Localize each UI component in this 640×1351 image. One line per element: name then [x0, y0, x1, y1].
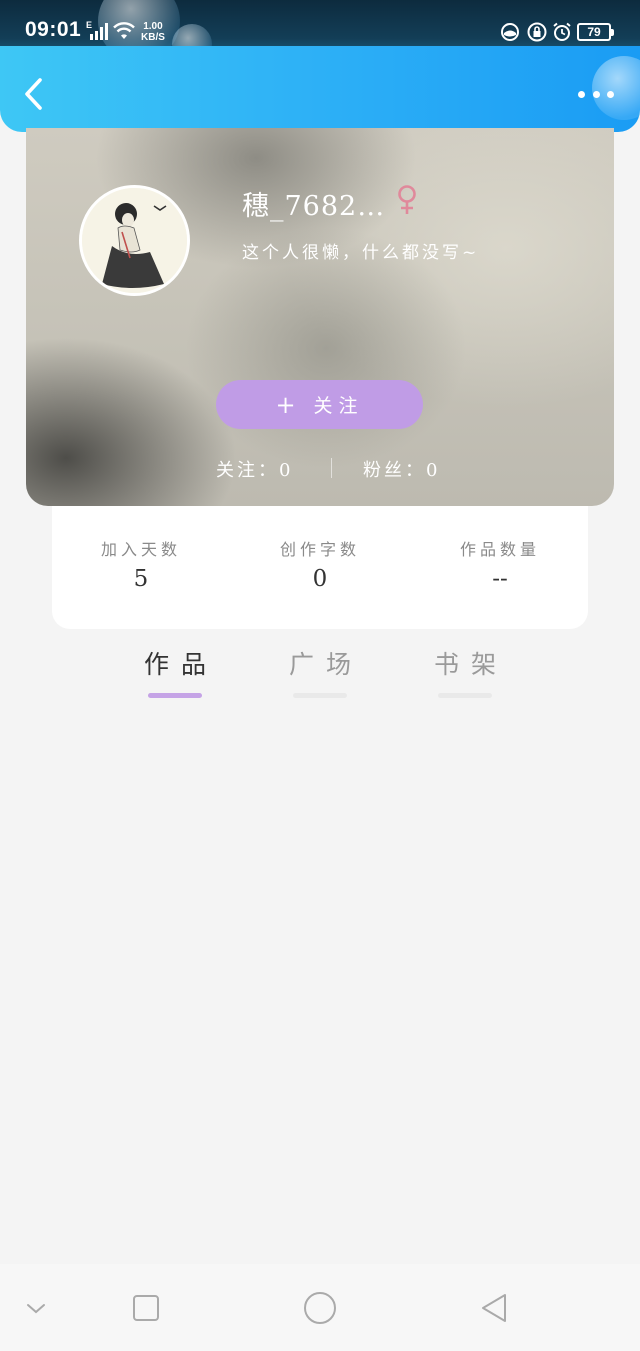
- alarm-icon: [553, 22, 571, 41]
- tab-square[interactable]: 广场: [270, 645, 370, 698]
- avatar-illustration: [82, 188, 187, 293]
- stat-value: 5: [133, 566, 149, 592]
- tab-indicator: [293, 693, 347, 698]
- battery-icon: 79: [577, 23, 614, 41]
- top-app-bar: [0, 46, 640, 132]
- tab-label: 广场: [288, 650, 363, 679]
- tab-indicator: [438, 693, 492, 698]
- wifi-icon: [113, 22, 135, 39]
- network-speed-value: 1.00: [143, 21, 163, 32]
- plus-icon: +: [275, 390, 296, 419]
- back-arrow-icon[interactable]: [18, 76, 50, 112]
- stat-join-days: 加入天数 5: [71, 536, 211, 592]
- back-triangle-icon[interactable]: [474, 1288, 514, 1328]
- vpn-icon: [501, 23, 519, 41]
- stat-word-count: 创作字数 0: [250, 536, 390, 592]
- stat-value: --: [492, 566, 508, 592]
- tab-works[interactable]: 作品: [125, 645, 225, 698]
- lock-icon: [527, 22, 547, 42]
- signal-icon: [90, 23, 108, 40]
- recent-apps-icon[interactable]: [126, 1288, 166, 1328]
- follow-counts: 关注：0 粉丝：0: [26, 456, 614, 482]
- network-speed: 1.00 KB/S: [141, 21, 165, 43]
- stat-label: 加入天数: [100, 540, 181, 559]
- stat-label: 作品数量: [459, 540, 540, 559]
- user-bio: 这个人很懒，什么都没写~: [242, 243, 480, 263]
- tab-label: 书架: [433, 650, 508, 679]
- status-time: 09:01: [25, 18, 82, 41]
- content-tabs: 作品 广场 书架: [0, 645, 640, 705]
- follow-button-label: 关注: [313, 395, 364, 417]
- stat-works-count: 作品数量 --: [430, 536, 570, 592]
- profile-card: 穗_7682… 这个人很懒，什么都没写~ + 关注 关注：0 粉丝：0: [26, 128, 614, 506]
- tab-bookshelf[interactable]: 书架: [415, 645, 515, 698]
- following-count[interactable]: 关注：0: [216, 456, 293, 482]
- count-divider: [331, 458, 332, 478]
- follow-button[interactable]: + 关注: [216, 380, 423, 429]
- collapse-icon[interactable]: [16, 1288, 56, 1328]
- more-dots-icon[interactable]: [578, 88, 614, 100]
- network-speed-unit: KB/S: [141, 32, 165, 43]
- username: 穗_7682…: [242, 191, 386, 222]
- tab-label: 作品: [143, 650, 218, 679]
- fans-count[interactable]: 粉丝：0: [363, 456, 440, 482]
- stat-label: 创作字数: [279, 540, 360, 559]
- stats-card: 加入天数 5 创作字数 0 作品数量 --: [52, 506, 588, 629]
- home-icon[interactable]: [300, 1288, 340, 1328]
- tab-indicator: [148, 693, 202, 698]
- stat-value: 0: [312, 566, 328, 592]
- system-nav-bar: [0, 1264, 640, 1351]
- avatar[interactable]: [79, 185, 190, 296]
- female-gender-icon: [398, 185, 416, 214]
